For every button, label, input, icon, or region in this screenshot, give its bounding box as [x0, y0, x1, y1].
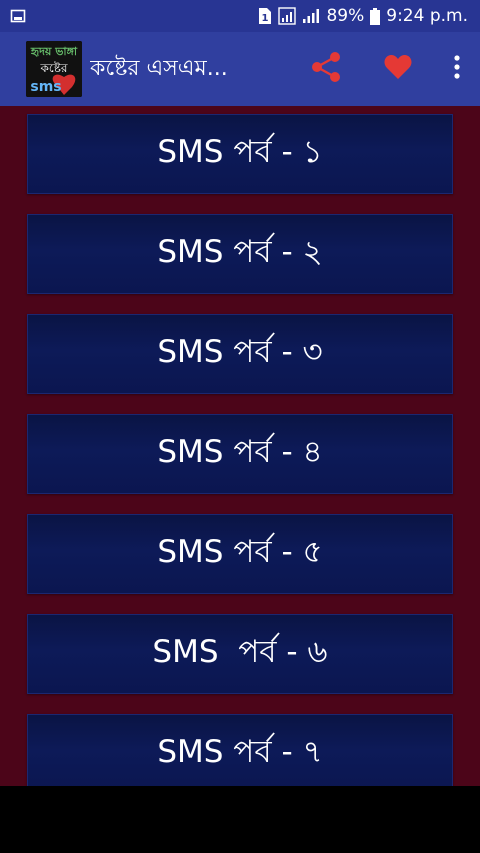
- bottom-black-area: [0, 786, 480, 853]
- sms-list[interactable]: SMS পর্ব - ১ SMS পর্ব - ২ SMS পর্ব - ৩ S…: [0, 106, 480, 786]
- sms-episode-button-2[interactable]: SMS পর্ব - ২: [27, 214, 453, 294]
- svg-text:1: 1: [262, 13, 269, 24]
- svg-text:হৃদয় ভাঙ্গা: হৃদয় ভাঙ্গা: [30, 45, 78, 58]
- more-vert-icon: [454, 55, 460, 83]
- app-logo: হৃদয় ভাঙ্গা কষ্টের sms: [26, 41, 82, 97]
- heart-icon: [384, 54, 412, 84]
- cell-signal-icon: [302, 8, 320, 24]
- sms-episode-button-4[interactable]: SMS পর্ব - ৪: [27, 414, 453, 494]
- sms-episode-label: SMS পর্ব - ৩: [157, 334, 323, 370]
- overflow-menu-button[interactable]: [434, 32, 480, 106]
- signal-strength-icon: [278, 7, 297, 25]
- battery-percent: 89%: [326, 6, 365, 26]
- status-bar: 1 89% 9:24 p.m.: [0, 0, 480, 32]
- sms-episode-button-5[interactable]: SMS পর্ব - ৫: [27, 514, 453, 594]
- sms-episode-button-1[interactable]: SMS পর্ব - ১: [27, 114, 453, 194]
- sms-episode-label: SMS পর্ব - ৫: [157, 534, 323, 570]
- app-title: কষ্টের এসএম...: [90, 55, 228, 81]
- app-logo-image: হৃদয় ভাঙ্গা কষ্টের sms: [26, 41, 82, 97]
- share-button[interactable]: [290, 32, 362, 106]
- sms-episode-label: SMS পর্ব - ৬: [152, 634, 328, 670]
- sms-episode-button-6[interactable]: SMS পর্ব - ৬: [27, 614, 453, 694]
- battery-icon: [370, 7, 381, 25]
- share-icon: [309, 51, 343, 87]
- sms-episode-label: SMS পর্ব - ২: [157, 234, 323, 270]
- sim-card-icon: 1: [258, 7, 272, 25]
- clock: 9:24 p.m.: [386, 6, 468, 26]
- sms-episode-button-7[interactable]: SMS পর্ব - ৭: [27, 714, 453, 786]
- sms-episode-label: SMS পর্ব - ১: [157, 134, 323, 170]
- favorite-button[interactable]: [362, 32, 434, 106]
- screenshot-notification-icon: [10, 8, 26, 24]
- sms-episode-label: SMS পর্ব - ৪: [157, 434, 323, 470]
- svg-text:কষ্টের: কষ্টের: [39, 61, 67, 75]
- app-bar: হৃদয় ভাঙ্গা কষ্টের sms কষ্টের এসএম...: [0, 32, 480, 106]
- svg-text:sms: sms: [30, 79, 61, 95]
- sms-episode-button-3[interactable]: SMS পর্ব - ৩: [27, 314, 453, 394]
- sms-episode-label: SMS পর্ব - ৭: [157, 734, 323, 770]
